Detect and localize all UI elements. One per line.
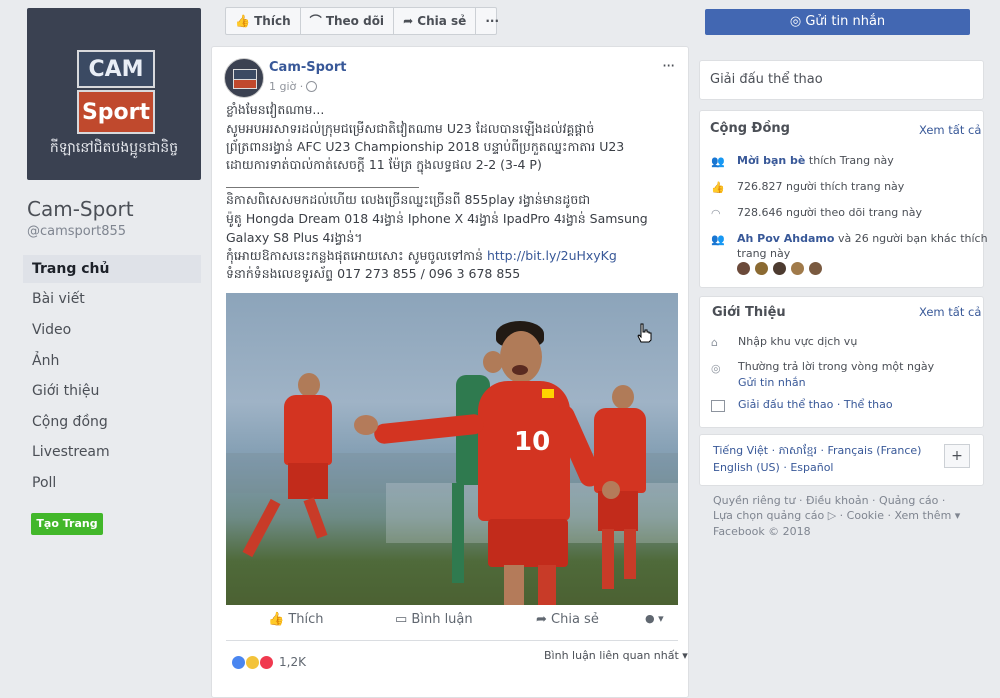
invite-friends-item: Mời bạn bè thích Trang này bbox=[737, 154, 894, 167]
share-arrow-icon: ➦ bbox=[403, 14, 418, 28]
avatar[interactable] bbox=[755, 262, 768, 275]
invite-friends-icon: 👥 bbox=[711, 155, 725, 168]
divider bbox=[226, 640, 678, 641]
messenger-icon: ◎ bbox=[789, 14, 806, 29]
nav-community[interactable]: Cộng đồng bbox=[23, 408, 201, 436]
wow-reaction-icon bbox=[245, 655, 260, 670]
friends-like-item: Ah Pov Ahdamo và 26 người bạn khác thích bbox=[737, 232, 988, 245]
page-action-bar: 👍 Thích ⌒ Theo dõi ➦ Chia sẻ ··· bbox=[225, 7, 499, 35]
page-handle[interactable]: @camsport855 bbox=[27, 224, 126, 239]
globe-icon bbox=[306, 81, 317, 92]
page-name[interactable]: Cam-Sport bbox=[27, 197, 134, 221]
post-author[interactable]: Cam-Sport bbox=[269, 60, 346, 75]
category-icon bbox=[711, 400, 725, 412]
rss-icon: ◠ bbox=[711, 207, 721, 220]
community-title: Cộng Đồng bbox=[710, 121, 790, 136]
post-contact-line: ទំនាក់ទំនងលេខទូរស័ព្ទ 017 273 855 / 096 … bbox=[226, 266, 521, 281]
post-text-line: Galaxy S8 Plus 4រង្វាន់។ bbox=[226, 230, 363, 245]
cam-sport-logo: CAM Sport bbox=[77, 50, 155, 134]
post-text-line: ខ្លាំងមែនវៀតណាម... bbox=[226, 102, 325, 117]
nav-videos[interactable]: Video bbox=[23, 316, 201, 344]
avatar[interactable] bbox=[224, 58, 264, 98]
nav-about[interactable]: Giới thiệu bbox=[23, 377, 201, 405]
category-card: Giải đấu thể thao bbox=[699, 60, 984, 100]
languages-card bbox=[699, 434, 984, 486]
post-like-button[interactable]: 👍 Thích bbox=[268, 612, 324, 627]
messenger-icon: ◎ bbox=[711, 362, 721, 375]
nav-poll[interactable]: Poll bbox=[23, 469, 201, 497]
create-page-button[interactable]: Tạo Trang bbox=[31, 513, 103, 535]
about-title: Giới Thiệu bbox=[712, 305, 786, 320]
player-left bbox=[284, 395, 332, 465]
more-options-button[interactable]: ··· bbox=[476, 8, 508, 34]
follows-count: 728.646 người theo dõi trang này bbox=[737, 206, 922, 219]
post-more-button[interactable]: ··· bbox=[662, 56, 675, 75]
thumbs-up-icon: 👍 bbox=[711, 181, 725, 194]
divider bbox=[226, 187, 419, 188]
flag-badge-icon bbox=[542, 389, 554, 398]
community-see-all-link[interactable]: Xem tất cả bbox=[919, 123, 981, 137]
jersey-number: 10 bbox=[514, 427, 551, 457]
footer-links[interactable]: Quyền riêng tư · Điều khoản · Quảng cáo … bbox=[713, 494, 945, 507]
avatar[interactable] bbox=[791, 262, 804, 275]
friends-icon: 👥 bbox=[711, 233, 725, 246]
share-arrow-icon: ➦ bbox=[536, 612, 552, 627]
add-language-button[interactable]: + bbox=[944, 444, 970, 468]
reaction-count[interactable]: 1,2K bbox=[279, 655, 306, 669]
thumbs-up-icon: 👍 bbox=[235, 14, 255, 28]
hand-cursor-icon bbox=[637, 323, 652, 343]
nav-home[interactable]: Trang chủ bbox=[23, 255, 201, 283]
footer-links[interactable]: Lựa chọn quảng cáo ▷ · Cookie · Xem thêm… bbox=[713, 509, 960, 522]
languages-line[interactable]: Tiếng Việt · ភាសាខ្មែរ · Français (Franc… bbox=[713, 444, 921, 460]
avatar[interactable] bbox=[773, 262, 786, 275]
post-as-selector[interactable]: ● ▾ bbox=[645, 612, 664, 625]
friends-like-item-line2: trang này bbox=[737, 247, 791, 260]
post-photo[interactable]: 10 bbox=[226, 293, 678, 605]
thumbs-up-icon: 👍 bbox=[268, 612, 289, 627]
nav-photos[interactable]: Ảnh bbox=[23, 347, 201, 375]
languages-line[interactable]: English (US) · Español bbox=[713, 461, 833, 474]
love-reaction-icon bbox=[259, 655, 274, 670]
send-message-button[interactable]: ◎ Gửi tin nhắn bbox=[705, 9, 970, 35]
location-pin-icon: ⌂ bbox=[711, 336, 718, 349]
comment-filter-dropdown[interactable]: Bình luận liên quan nhất ▾ bbox=[544, 649, 688, 662]
post-text-line: ម៉ូតូ Hongda Dream 018 4រង្វាន់ Iphone X… bbox=[226, 211, 648, 226]
nav-posts[interactable]: Bài viết bbox=[23, 285, 201, 313]
like-page-button[interactable]: 👍 Thích bbox=[226, 8, 301, 34]
player-right bbox=[594, 408, 646, 493]
comment-icon: ▭ bbox=[395, 612, 412, 627]
post-timestamp[interactable]: 1 giờ · bbox=[269, 80, 303, 93]
nav-livestream[interactable]: Livestream bbox=[23, 438, 201, 466]
avatar[interactable] bbox=[809, 262, 822, 275]
post-text-line: និកាសពិសេសមកដល់ហើយ លេងច្រើនឈ្នះច្រើនពី 8… bbox=[226, 192, 591, 207]
page-cover-photo[interactable]: CAM Sport កីឡានៅជិតបងប្អូនជានិច្ច bbox=[27, 8, 201, 180]
page-category[interactable]: Giải đấu thể thao bbox=[710, 72, 823, 87]
post-text-line: ព្រ័ត្រពានរង្វាន់ AFC U23 Championship 2… bbox=[226, 139, 625, 154]
promo-link[interactable]: http://bit.ly/2uHxyKg bbox=[487, 248, 617, 263]
like-reaction-icon bbox=[231, 655, 246, 670]
share-page-button[interactable]: ➦ Chia sẻ bbox=[394, 8, 477, 34]
post-share-button[interactable]: ➦ Chia sẻ bbox=[536, 612, 599, 627]
about-see-all-link[interactable]: Xem tất cả bbox=[919, 305, 981, 319]
likes-count: 726.827 người thích trang này bbox=[737, 180, 905, 193]
cover-tagline: កីឡានៅជិតបងប្អូនជានិច្ច bbox=[49, 140, 179, 156]
rss-icon: ⌒ bbox=[309, 14, 326, 28]
footer-copyright: Facebook © 2018 bbox=[713, 525, 811, 538]
post-text-line: សូមអបអរសាទរដល់ក្រុមជម្រើសជាតិវៀតណាម U23 … bbox=[226, 121, 595, 136]
follow-page-button[interactable]: ⌒ Theo dõi bbox=[301, 8, 395, 34]
service-area-item[interactable]: Nhập khu vực dịch vụ bbox=[738, 335, 857, 348]
post-comment-button[interactable]: ▭ Bình luận bbox=[395, 612, 473, 627]
about-category[interactable]: Giải đấu thể thao · Thể thao bbox=[738, 398, 893, 411]
response-time: Thường trả lời trong vòng một ngày bbox=[738, 360, 935, 373]
post-text-line: កុំអោយឱកាសនេះកន្លងផុតអោយសោះ សូមចូលទៅកាន់… bbox=[226, 248, 617, 263]
about-send-message-link[interactable]: Gửi tin nhắn bbox=[738, 376, 806, 389]
post-text-line: ដោយការទាត់បាល់កាត់សេចក្តី 11 ម៉ែត្រ ក្នុ… bbox=[226, 157, 542, 172]
avatar[interactable] bbox=[737, 262, 750, 275]
